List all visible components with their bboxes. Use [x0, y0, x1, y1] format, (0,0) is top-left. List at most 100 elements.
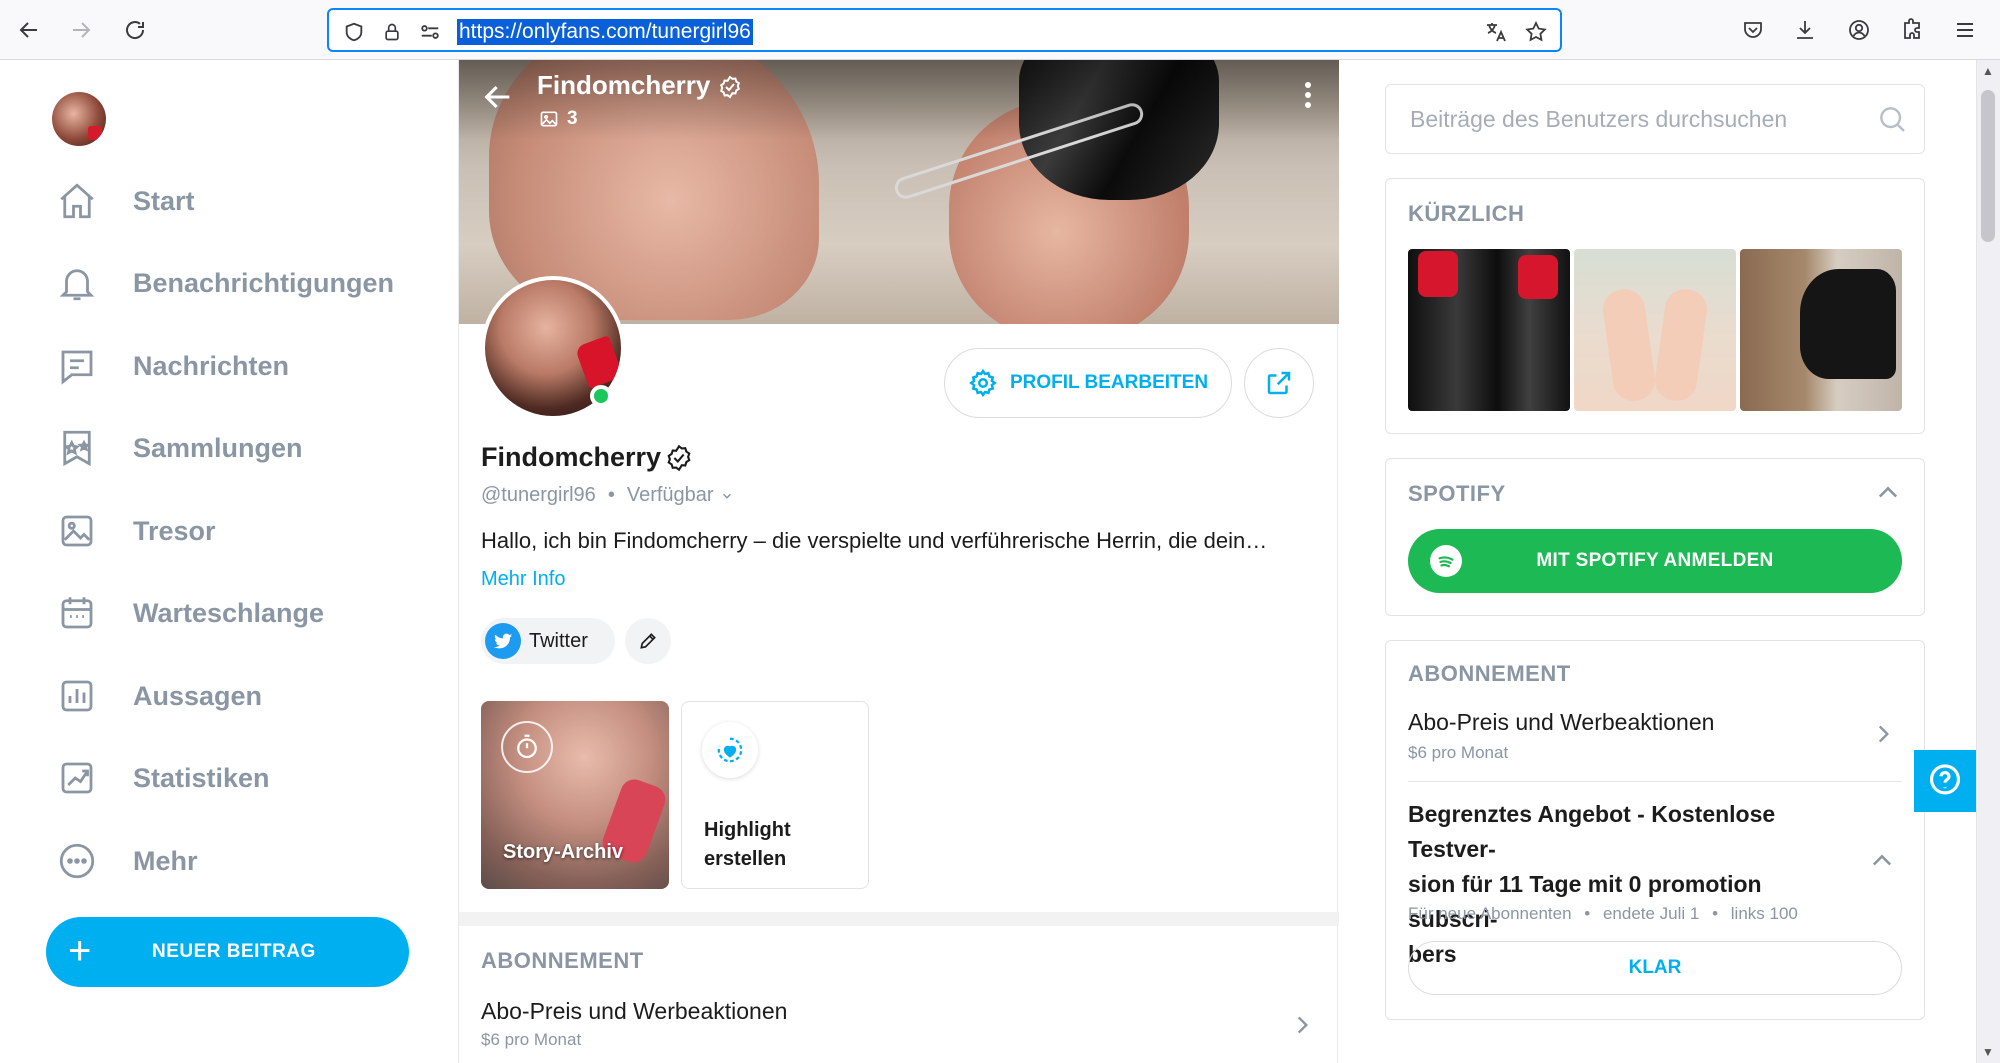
- edit-links-button[interactable]: [625, 618, 671, 664]
- statements-icon: [61, 680, 93, 712]
- availability-status[interactable]: Verfügbar: [627, 484, 734, 507]
- sidebar-item-mehr[interactable]: Mehr: [56, 836, 198, 886]
- forward-arrow-icon[interactable]: [64, 13, 98, 47]
- profile-name: Findomcherry: [481, 442, 693, 473]
- pencil-icon: [640, 633, 656, 649]
- message-icon: [61, 350, 93, 385]
- sidebar-label: Mehr: [133, 845, 198, 876]
- question-icon: [1929, 764, 1961, 795]
- search-placeholder: Beiträge des Benutzers durchsuchen: [1410, 106, 1788, 132]
- more-info-link[interactable]: Mehr Info: [481, 568, 565, 591]
- url-text[interactable]: https://onlyfans.com/tunergirl96: [457, 19, 753, 45]
- section-divider: [459, 912, 1339, 926]
- offer-meta-left: links 100: [1730, 904, 1798, 923]
- help-button[interactable]: [1914, 750, 1976, 812]
- menu-icon[interactable]: [1950, 15, 1980, 45]
- sidebar-item-statistiken[interactable]: Statistiken: [56, 753, 270, 803]
- separator-dot: •: [1584, 904, 1591, 923]
- subscription-card: ABONNEMENT Abo-Preis und Werbeaktionen $…: [1385, 640, 1925, 1020]
- sidebar-item-start[interactable]: Start: [56, 176, 195, 226]
- permissions-icon[interactable]: [417, 19, 443, 45]
- account-icon[interactable]: [1844, 15, 1874, 45]
- scroll-down-icon[interactable]: ▼: [1982, 1045, 1994, 1059]
- chevron-right-icon[interactable]: [1289, 1012, 1315, 1043]
- chevron-down-icon: [722, 493, 731, 499]
- bell-icon: [59, 269, 95, 301]
- sidebar-item-nachrichten[interactable]: Nachrichten: [56, 341, 289, 391]
- new-post-button[interactable]: + NEUER BEITRAG: [46, 917, 409, 987]
- profile-name-text: Findomcherry: [481, 442, 662, 472]
- profile-bio: Hallo, ich bin Findomcherry – die verspi…: [481, 528, 1268, 553]
- sidebar-item-aussagen[interactable]: Aussagen: [56, 671, 262, 721]
- create-highlight-tile[interactable]: Highlight erstellen: [681, 701, 869, 889]
- translate-icon[interactable]: [1483, 19, 1509, 45]
- offer-line: sion für 11 Tage mit 0 promotion subscri…: [1408, 871, 1762, 932]
- page-scrollbar[interactable]: ▲ ▼: [1976, 60, 2000, 1063]
- back-arrow-icon[interactable]: [12, 13, 46, 47]
- twitter-link[interactable]: Twitter: [481, 618, 615, 664]
- download-icon[interactable]: [1790, 15, 1820, 45]
- extensions-icon[interactable]: [1897, 15, 1927, 45]
- spotify-login-button[interactable]: MIT SPOTIFY ANMELDEN: [1408, 529, 1902, 593]
- shield-icon[interactable]: [341, 19, 367, 45]
- sidebar-label: Start: [133, 185, 195, 216]
- back-arrow-icon[interactable]: [481, 80, 521, 120]
- create-highlight-label: Highlight erstellen: [704, 819, 791, 870]
- profile-column: Findomcherry 3 PROFIL BEARBEITEN Findomc…: [458, 60, 1339, 1063]
- browser-toolbar: https://onlyfans.com/tunergirl96: [0, 0, 2000, 60]
- recent-thumbnails: [1408, 249, 1902, 411]
- bookmark-star-icon[interactable]: [1523, 19, 1549, 45]
- calendar-icon: [61, 597, 93, 629]
- recent-thumbnail[interactable]: [1740, 249, 1902, 411]
- spotify-card: SPOTIFY MIT SPOTIFY ANMELDEN: [1385, 458, 1925, 616]
- home-icon: [60, 183, 94, 219]
- subscription-price-title[interactable]: Abo-Preis und Werbeaktionen: [481, 998, 787, 1025]
- gear-icon: [969, 368, 997, 398]
- search-icon[interactable]: [1876, 103, 1908, 140]
- separator-dot: •: [607, 484, 615, 506]
- timer-icon: [501, 721, 553, 773]
- scroll-up-icon[interactable]: ▲: [1982, 64, 1994, 78]
- offer-line: Begrenztes Angebot - Kostenlose Testver-: [1408, 801, 1776, 862]
- sidebar-label: Tresor: [133, 515, 216, 546]
- chevron-right-icon[interactable]: [1870, 721, 1896, 752]
- collections-icon: [63, 430, 91, 467]
- reload-icon[interactable]: [118, 13, 152, 47]
- sidebar-item-sammlungen[interactable]: Sammlungen: [56, 423, 303, 473]
- verified-icon: [719, 75, 740, 99]
- page-content: Start Benachrichtigungen Nachrichten Sam…: [0, 60, 1976, 1063]
- edit-profile-label: PROFIL BEARBEITEN: [1009, 372, 1209, 393]
- profile-handle: @tunergirl96: [481, 484, 596, 506]
- sidebar-item-tresor[interactable]: Tresor: [56, 506, 216, 556]
- sidebar-item-warteschlange[interactable]: Warteschlange: [56, 588, 324, 638]
- edit-profile-button[interactable]: PROFIL BEARBEITEN: [944, 348, 1232, 418]
- sidebar-item-benachrichtigungen[interactable]: Benachrichtigungen: [56, 258, 394, 308]
- scroll-thumb[interactable]: [1981, 90, 1995, 242]
- cover-title: Findomcherry: [537, 70, 742, 101]
- user-posts-search[interactable]: Beiträge des Benutzers durchsuchen: [1385, 84, 1925, 154]
- sidebar-label: Warteschlange: [133, 597, 325, 628]
- share-button[interactable]: [1244, 348, 1314, 418]
- klar-button[interactable]: KLAR: [1408, 941, 1902, 995]
- recent-thumbnail[interactable]: [1408, 249, 1570, 411]
- subscription-section-title: ABONNEMENT: [481, 948, 644, 973]
- chevron-up-icon[interactable]: [1868, 847, 1896, 880]
- pocket-icon[interactable]: [1738, 15, 1768, 45]
- media-count-value: 3: [567, 108, 578, 129]
- user-avatar[interactable]: [52, 92, 106, 146]
- heart-circle-icon: [702, 722, 758, 778]
- offer-meta: Für neue Abonnenten • endete Juli 1 • li…: [1408, 904, 1798, 924]
- cover-name-text: Findomcherry: [537, 70, 711, 100]
- sidebar-label: Nachrichten: [133, 350, 290, 381]
- new-post-label: NEUER BEITRAG: [152, 941, 316, 962]
- subscription-price-title[interactable]: Abo-Preis und Werbeaktionen: [1408, 709, 1714, 736]
- recent-card: KÜRZLICH: [1385, 178, 1925, 434]
- chevron-up-icon[interactable]: [1874, 479, 1902, 512]
- recent-thumbnail[interactable]: [1574, 249, 1736, 411]
- story-archive-label: Story-Archiv: [503, 841, 624, 863]
- story-archive-tile[interactable]: Story-Archiv: [481, 701, 669, 889]
- url-bar[interactable]: https://onlyfans.com/tunergirl96: [327, 8, 1562, 52]
- lock-icon[interactable]: [379, 19, 405, 45]
- more-vertical-icon[interactable]: [1301, 78, 1315, 112]
- sidebar-label: Statistiken: [133, 762, 270, 793]
